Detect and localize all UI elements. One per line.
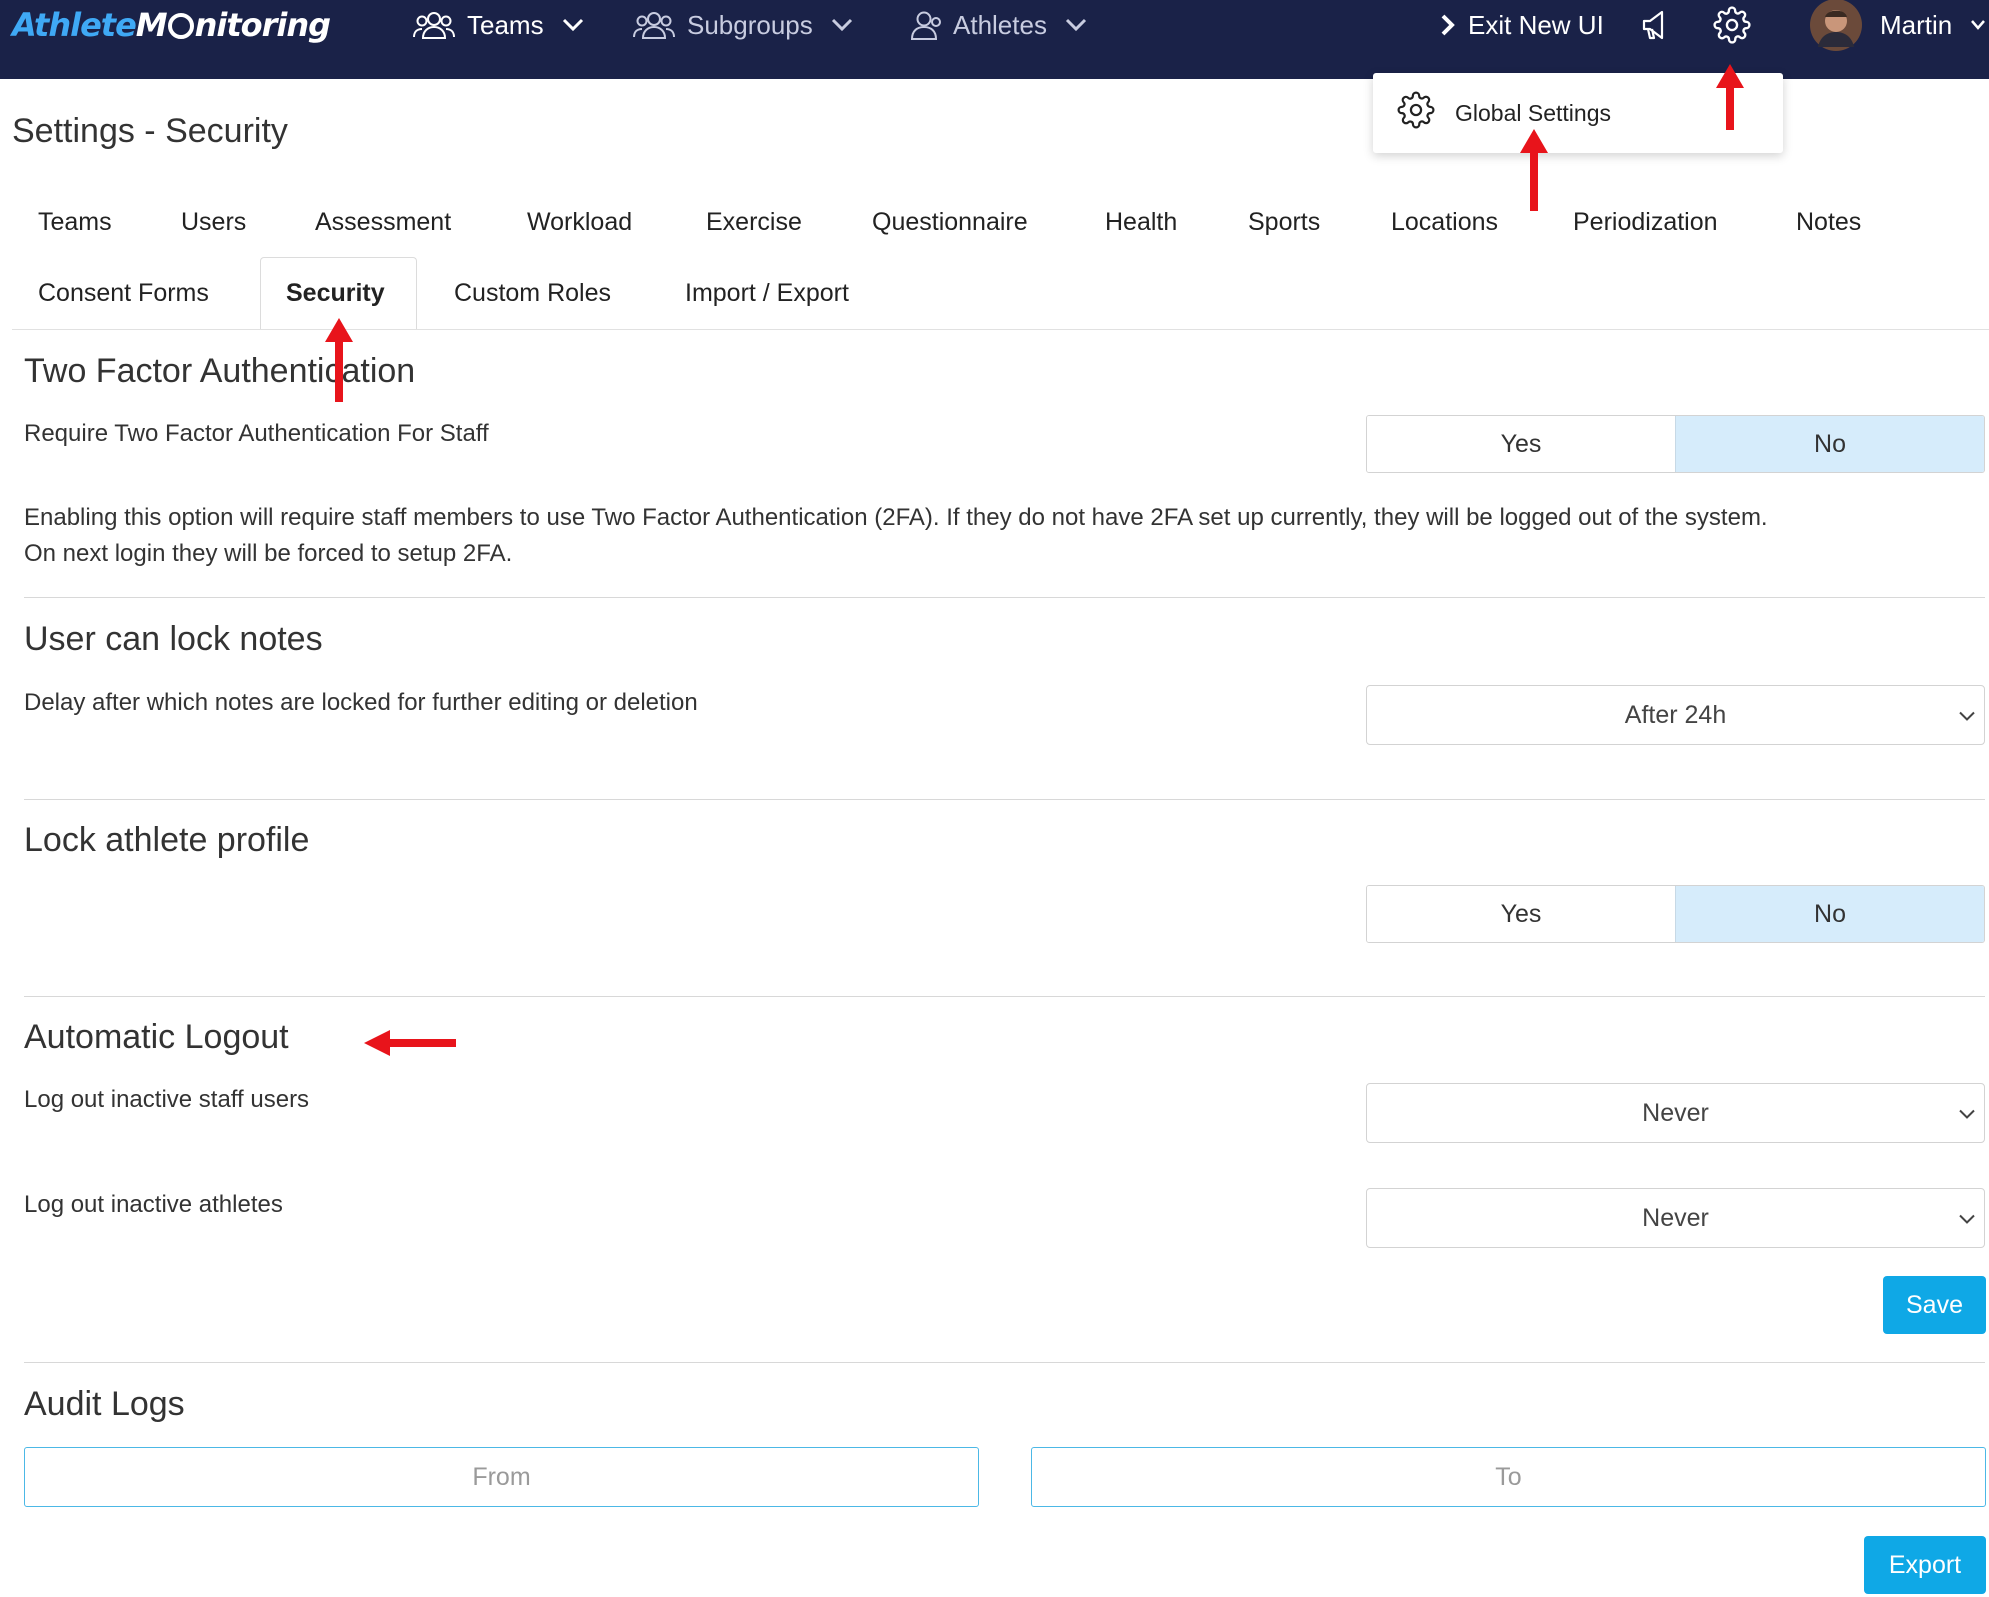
settings-button[interactable]: [1713, 0, 1751, 50]
lock-profile-yes-option[interactable]: Yes: [1367, 886, 1675, 942]
tab-security[interactable]: Security: [286, 279, 385, 308]
tab-notes[interactable]: Notes: [1796, 208, 1861, 237]
tab-health[interactable]: Health: [1105, 208, 1177, 237]
two-factor-no-option[interactable]: No: [1675, 416, 1984, 472]
annotation-arrow-up: [1520, 129, 1548, 211]
chevron-down-icon: [1970, 19, 1986, 31]
page-title: Settings - Security: [12, 112, 288, 150]
tab-locations[interactable]: Locations: [1391, 208, 1498, 237]
tab-questionnaire[interactable]: Questionnaire: [872, 208, 1028, 237]
tab-teams[interactable]: Teams: [38, 208, 112, 237]
export-button[interactable]: Export: [1864, 1536, 1986, 1594]
lock-notes-label: Delay after which notes are locked for f…: [24, 689, 698, 716]
section-divider: [24, 597, 1985, 598]
chevron-down-icon: [1065, 18, 1087, 32]
lock-notes-heading: User can lock notes: [24, 620, 323, 658]
nav-subgroups[interactable]: Subgroups: [633, 0, 853, 50]
chevron-down-icon: [1958, 1099, 1976, 1128]
tab-assessment[interactable]: Assessment: [315, 208, 451, 237]
tabs-divider: [12, 329, 1989, 330]
tab-sports[interactable]: Sports: [1248, 208, 1320, 237]
tab-users[interactable]: Users: [181, 208, 246, 237]
tab-exercise[interactable]: Exercise: [706, 208, 802, 237]
section-divider: [24, 799, 1985, 800]
tab-workload[interactable]: Workload: [527, 208, 632, 237]
annotation-arrow-up: [1716, 64, 1744, 130]
annotation-arrow-left: [364, 1030, 456, 1056]
section-divider: [24, 996, 1985, 997]
app-logo[interactable]: AthleteM nitoring: [12, 6, 331, 44]
audit-from-date-input[interactable]: [24, 1447, 979, 1507]
save-button[interactable]: Save: [1883, 1276, 1986, 1334]
lock-profile-no-option[interactable]: No: [1675, 886, 1984, 942]
audit-to-date-input[interactable]: [1031, 1447, 1986, 1507]
two-factor-heading: Two Factor Authentication: [24, 352, 416, 390]
gear-icon: [1713, 6, 1751, 44]
staff-logout-select[interactable]: Never: [1366, 1083, 1985, 1143]
tab-custom-roles[interactable]: Custom Roles: [454, 279, 611, 308]
athlete-logout-label: Log out inactive athletes: [24, 1191, 283, 1218]
announcements-button[interactable]: [1640, 0, 1668, 50]
user-icon: [907, 9, 941, 41]
auto-logout-heading: Automatic Logout: [24, 1018, 289, 1056]
annotation-arrow-up: [325, 318, 353, 402]
athlete-logout-select[interactable]: Never: [1366, 1188, 1985, 1248]
audit-logs-heading: Audit Logs: [24, 1385, 185, 1423]
staff-logout-label: Log out inactive staff users: [24, 1086, 310, 1113]
two-factor-toggle: Yes No: [1366, 415, 1985, 473]
exit-new-ui-link[interactable]: Exit New UI: [1440, 0, 1604, 50]
chevron-right-icon: [1440, 14, 1456, 36]
lock-profile-toggle: Yes No: [1366, 885, 1985, 943]
users-icon: [413, 9, 455, 41]
nav-athletes[interactable]: Athletes: [907, 0, 1087, 50]
two-factor-label: Require Two Factor Authentication For St…: [24, 420, 489, 447]
lock-notes-delay-select[interactable]: After 24h: [1366, 685, 1985, 745]
avatar: [1810, 0, 1862, 51]
lock-profile-heading: Lock athlete profile: [24, 821, 310, 859]
tab-import-export[interactable]: Import / Export: [685, 279, 849, 308]
user-menu[interactable]: Martin: [1810, 0, 1986, 51]
top-navbar: AthleteM nitoring Teams Subgroups Athlet…: [0, 0, 1989, 79]
chevron-down-icon: [1958, 701, 1976, 730]
logo-o-ring: [167, 13, 194, 39]
megaphone-icon: [1640, 9, 1668, 41]
chevron-down-icon: [831, 18, 853, 32]
two-factor-yes-option[interactable]: Yes: [1367, 416, 1675, 472]
gear-icon: [1397, 91, 1435, 135]
tab-consent-forms[interactable]: Consent Forms: [38, 279, 209, 308]
users-icon: [633, 9, 675, 41]
chevron-down-icon: [562, 18, 584, 32]
two-factor-description: Enabling this option will require staff …: [24, 504, 1768, 567]
nav-teams[interactable]: Teams: [413, 0, 584, 50]
section-divider: [24, 1362, 1985, 1363]
tab-periodization[interactable]: Periodization: [1573, 208, 1718, 237]
chevron-down-icon: [1958, 1204, 1976, 1233]
